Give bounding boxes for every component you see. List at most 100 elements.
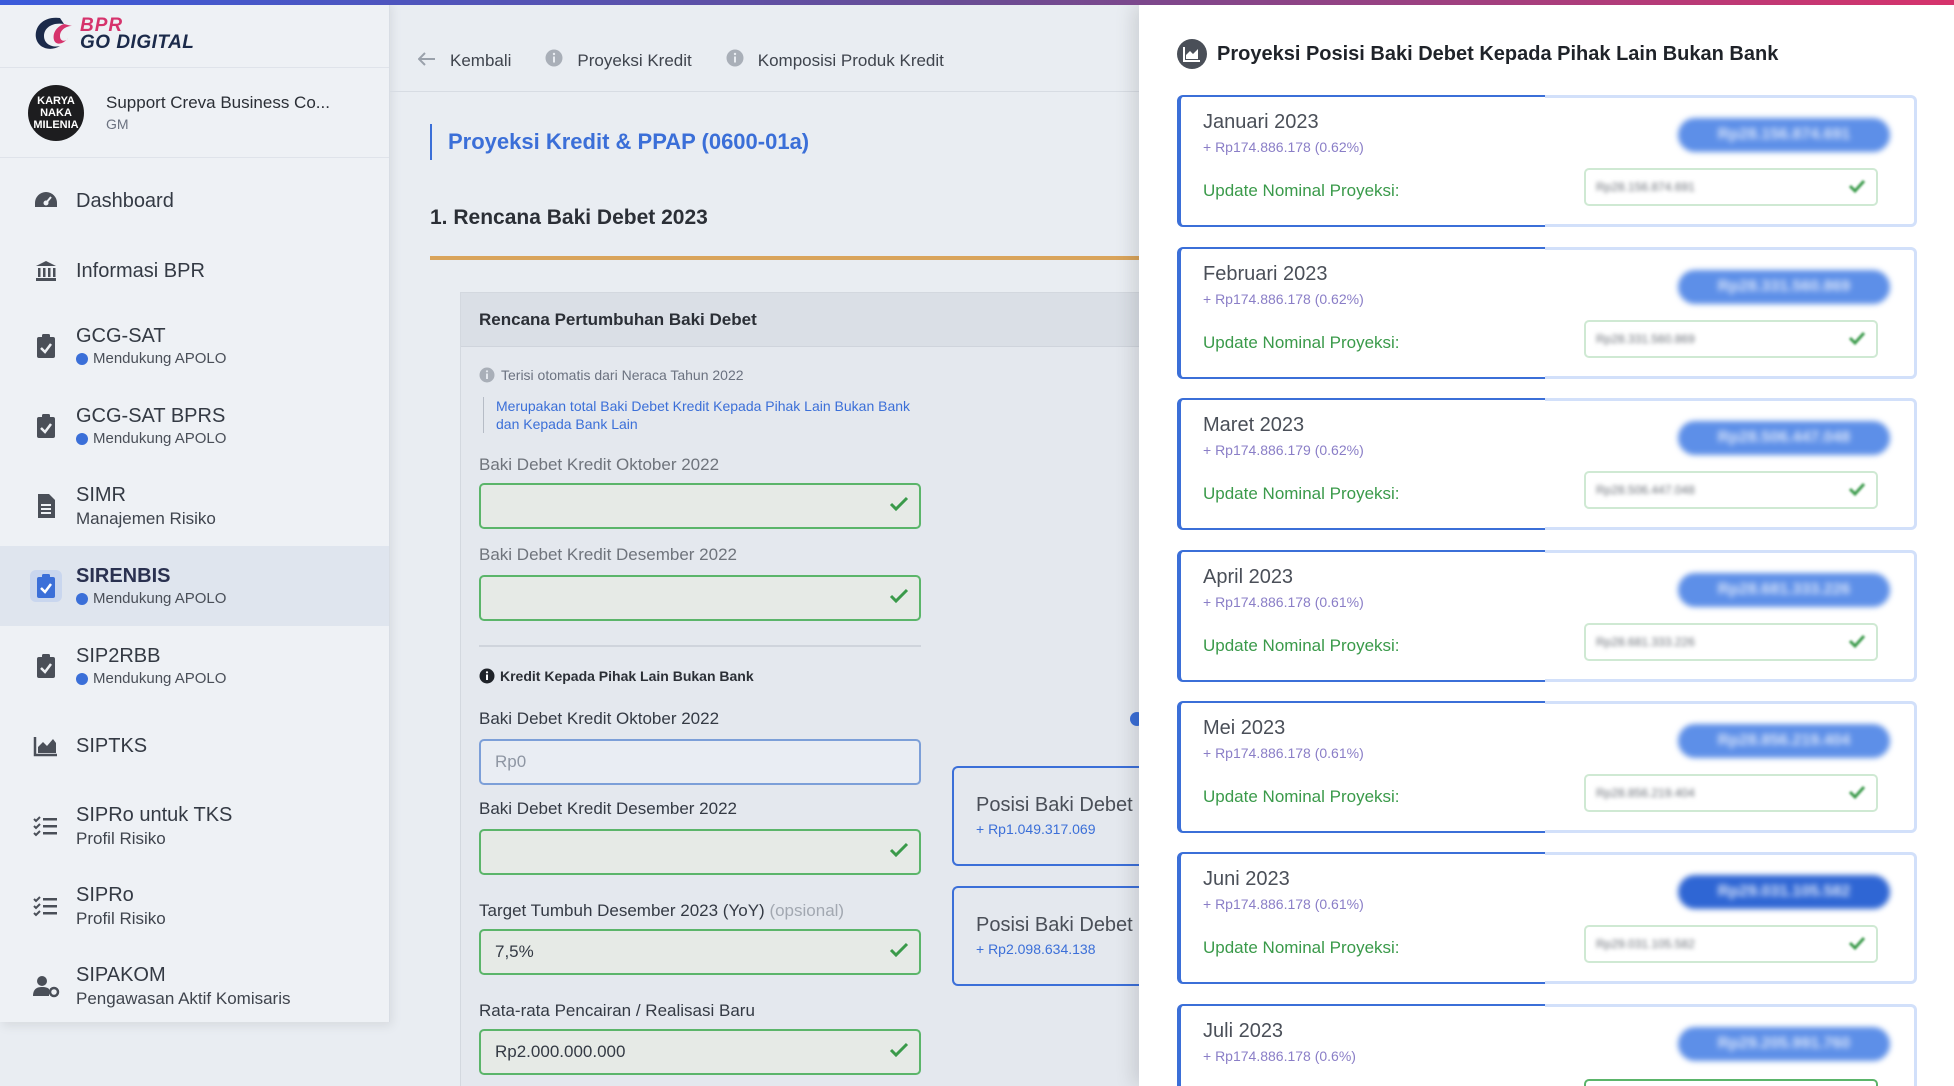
status-dot-icon [76,672,88,685]
sidebar-item-sub: Mendukung APOLO [76,430,226,447]
month-card-februari[interactable]: Februari 2023 + Rp174.886.178 (0.62%) Up… [1177,247,1917,379]
nominal-input[interactable]: Rp29.031.105.582 [1584,925,1878,963]
checklist-icon [30,890,62,922]
month-card-juli[interactable]: Juli 2023 + Rp174.886.178 (0.6%) Rp29.20… [1177,1004,1917,1086]
check-icon [889,1041,909,1064]
nominal-input-value: Rp28.156.874.691 [1596,180,1695,194]
sidebar-item-sub-text: Pengawasan Aktif Komisaris [76,988,291,1008]
brand-name: BPR GO DIGITAL [80,16,194,52]
back-button[interactable]: Kembali [417,51,511,71]
check-icon [1848,330,1866,349]
month-card-left: Maret 2023 + Rp174.886.179 (0.62%) Updat… [1177,398,1547,530]
month-card-left: Februari 2023 + Rp174.886.178 (0.62%) Up… [1177,247,1547,379]
projection-badge: Rp29.031.105.582 [1678,875,1890,909]
sidebar-item-sip2rbb[interactable]: SIP2RBB Mendukung APOLO [0,626,389,706]
sidebar-item-sipro[interactable]: SIPRo Profil Risiko [0,866,389,946]
brand-logo[interactable]: BPR GO DIGITAL [0,0,389,68]
target-input[interactable]: 7,5% [479,929,921,975]
area-chart-icon [1177,39,1207,69]
nominal-input[interactable]: Rp28.506.447.048 [1584,471,1878,509]
update-label: Update Nominal Proyeksi: [1203,181,1400,200]
checklist-icon [30,810,62,842]
month-card-right: Rp28.681.333.226 Rp28.681.333.226 [1545,550,1917,682]
projection-panel: Proyeksi Posisi Baki Debet Kepada Pihak … [1139,5,1954,1086]
sidebar-item-label: SIMR [76,483,126,506]
sidebar-item-dashboard[interactable]: Dashboard [0,166,389,236]
month-name: April 2023 [1203,566,1294,588]
rata-input[interactable]: Rp2.000.000.000 [479,1029,921,1075]
sidebar-item-label: SIPAKOM [76,963,166,986]
month-card-maret[interactable]: Maret 2023 + Rp174.886.179 (0.62%) Updat… [1177,398,1917,530]
nominal-input[interactable]: Rp28.156.874.691 [1584,168,1878,206]
user-gear-icon [30,970,62,1002]
nominal-input-value: Rp28.506.447.048 [1596,483,1695,497]
bank-icon [30,255,62,287]
nominal-input[interactable] [1584,1079,1878,1086]
nominal-input[interactable]: Rp28.681.333.226 [1584,623,1878,661]
month-card-januari[interactable]: Januari 2023 + Rp174.886.178 (0.62%) Upd… [1177,95,1917,227]
divider [479,645,921,647]
clipboard-check-icon [30,650,62,682]
update-label: Update Nominal Proyeksi: [1203,333,1400,352]
tab-komposisi-produk-kredit[interactable]: Komposisi Produk Kredit [726,49,944,72]
sidebar-item-sub-text: Mendukung APOLO [93,590,227,607]
month-name: Juni 2023 [1203,868,1290,890]
dashboard-icon [30,185,62,217]
month-card-left: Juni 2023 + Rp174.886.178 (0.61%) Update… [1177,852,1547,984]
sidebar-item-label: Dashboard [76,189,174,212]
sidebar-item-gcg-sat-bprs[interactable]: GCG-SAT BPRS Mendukung APOLO [0,386,389,466]
info-icon [479,668,495,684]
update-label: Update Nominal Proyeksi: [1203,938,1400,957]
sidebar-item-informasi-bpr[interactable]: Informasi BPR [0,236,389,306]
area-chart-icon [30,730,62,762]
info-icon [726,49,744,72]
des-2022-nonbank-input[interactable] [479,829,921,875]
month-delta: + Rp174.886.178 (0.62%) [1203,139,1364,155]
posisi-title: Posisi Baki Debet [976,794,1133,816]
tab-label: Komposisi Produk Kredit [757,50,944,70]
sidebar-item-gcg-sat[interactable]: GCG-SAT Mendukung APOLO [0,306,389,386]
update-label: Update Nominal Proyeksi: [1203,787,1400,806]
tab-proyeksi-kredit[interactable]: Proyeksi Kredit [545,49,692,72]
month-card-mei[interactable]: Mei 2023 + Rp174.886.178 (0.61%) Update … [1177,701,1917,833]
des-2022-input[interactable] [479,575,921,621]
sidebar-item-sub-text: Mendukung APOLO [93,350,227,367]
check-icon [889,587,909,610]
month-card-right: Rp28.856.219.404 Rp28.856.219.404 [1545,701,1917,833]
nominal-input[interactable]: Rp28.856.219.404 [1584,774,1878,812]
nominal-input-value: Rp28.681.333.226 [1596,635,1695,649]
rata-input-value: Rp2.000.000.000 [495,1042,626,1061]
month-card-right: Rp29.031.105.582 Rp29.031.105.582 [1545,852,1917,984]
page-title: Proyeksi Kredit & PPAP (0600-01a) [430,124,809,160]
clipboard-check-icon [30,570,62,602]
posisi-baki-debet-card-2[interactable]: Posisi Baki Debet + Rp2.098.634.138 [952,886,1152,986]
month-delta: + Rp174.886.178 (0.6%) [1203,1048,1356,1064]
okt-2022-nonbank-input[interactable]: Rp0 [479,739,921,785]
user-profile[interactable]: KARYA NAKA MILENIA Support Creva Busines… [0,68,389,158]
month-card-left: Mei 2023 + Rp174.886.178 (0.61%) Update … [1177,701,1547,833]
month-delta: + Rp174.886.178 (0.62%) [1203,291,1364,307]
month-card-juni[interactable]: Juni 2023 + Rp174.886.178 (0.61%) Update… [1177,852,1917,984]
sidebar-item-sipro-tks[interactable]: SIPRo untuk TKS Profil Risiko [0,786,389,866]
kredit-title-text: Kredit Kepada Pihak Lain Bukan Bank [500,668,754,684]
month-card-left: Juli 2023 + Rp174.886.178 (0.6%) [1177,1004,1547,1086]
logo-swirl-icon [30,12,76,56]
month-name: Mei 2023 [1203,717,1286,739]
okt-2022-input[interactable] [479,483,921,529]
sidebar-item-sipakom[interactable]: SIPAKOM Pengawasan Aktif Komisaris [0,946,389,1026]
check-icon [889,941,909,964]
sidebar-item-sub-text: Manajemen Risiko [76,508,216,528]
profile-name: Support Creva Business Co... [106,93,330,112]
sidebar-item-label: GCG-SAT [76,325,166,347]
month-card-april[interactable]: April 2023 + Rp174.886.178 (0.61%) Updat… [1177,550,1917,682]
sidebar-item-simr[interactable]: SIMR Manajemen Risiko [0,466,389,546]
nominal-input[interactable]: Rp28.331.560.869 [1584,320,1878,358]
sidebar-item-sirenbis[interactable]: SIRENBIS Mendukung APOLO [0,546,389,626]
sidebar-item-label: SIPRo [76,883,134,906]
info-icon [545,49,563,72]
status-dot-icon [76,352,88,365]
sidebar-item-siptks[interactable]: SIPTKS [0,706,389,786]
posisi-baki-debet-card-1[interactable]: Posisi Baki Debet + Rp1.049.317.069 [952,766,1152,866]
status-dot-icon [76,432,88,445]
label-des-2022-nonbank: Baki Debet Kredit Desember 2022 [479,799,737,818]
